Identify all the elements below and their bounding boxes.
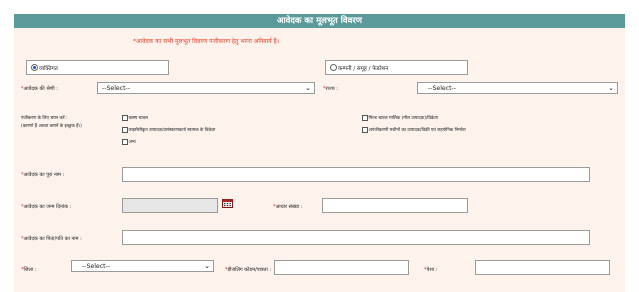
- pincode-input[interactable]: [274, 260, 409, 275]
- pincode-label: *डीजलिंग कोडम/पात्रता :: [225, 267, 272, 273]
- category-select[interactable]: --Select-- ⌄: [97, 82, 315, 94]
- company-radio-box[interactable]: कम्पनी / समूह / फेडरेशन: [325, 60, 468, 75]
- category-select-value: --Select--: [102, 84, 131, 92]
- checkbox[interactable]: [122, 115, 128, 121]
- aadhaar-input[interactable]: [322, 198, 468, 213]
- aadhaar-label: *आधार संख्या :: [273, 204, 303, 210]
- block-input[interactable]: [475, 260, 610, 275]
- full-name-label: *आवेदक का पूरा नाम :: [21, 172, 65, 178]
- individual-radio-label: व्यक्तिगत: [39, 65, 58, 72]
- checkbox[interactable]: [122, 127, 128, 133]
- dob-label: *आवेदक का जन्म दिनांक :: [21, 204, 72, 210]
- section-title: आवेदक का मूलभूत विवरण: [276, 16, 362, 26]
- district-label: *जिला :: [21, 267, 37, 273]
- registration-label: पंजीकरण के लिए चयन करें :: [21, 116, 68, 121]
- registration-option-5[interactable]: अन्य: [122, 139, 136, 145]
- registration-option-2[interactable]: मिल्ड चावल मालिक (मील उत्पादक)/विक्रेता: [362, 115, 438, 121]
- checkbox[interactable]: [362, 115, 368, 121]
- category-label: *आवेदक की श्रेणी :: [21, 86, 58, 92]
- state-label: *राज्य :: [323, 86, 338, 92]
- chevron-down-icon: ⌄: [305, 84, 311, 92]
- section-header: आवेदक का मूलभूत विवरण: [14, 14, 625, 28]
- district-select-value: --Select--: [82, 262, 111, 270]
- checkbox[interactable]: [362, 127, 368, 133]
- registration-option-1[interactable]: कास्य चावल: [122, 115, 148, 121]
- basic-details-form: [14, 14, 625, 292]
- state-select[interactable]: --Select-- ⌄: [417, 82, 618, 94]
- company-radio-label: कम्पनी / समूह / फेडरेशन: [338, 65, 389, 72]
- full-name-input[interactable]: [122, 167, 590, 182]
- dob-input[interactable]: [122, 198, 218, 213]
- chevron-down-icon: ⌄: [608, 84, 614, 92]
- state-select-value: --Select--: [428, 84, 457, 92]
- individual-radio[interactable]: [31, 64, 38, 71]
- father-name-input[interactable]: [122, 230, 590, 245]
- district-select[interactable]: --Select-- ⌄: [71, 260, 214, 272]
- calendar-icon[interactable]: [222, 198, 233, 208]
- father-name-label: *आवेदक का पिता/पति का नाम :: [21, 236, 82, 242]
- checkbox[interactable]: [122, 139, 128, 145]
- registration-option-3[interactable]: लाइसेंसीकृत उत्पादक/प्रसंस्करणकर्ता स्वा…: [122, 127, 215, 133]
- chevron-down-icon: ⌄: [204, 262, 210, 270]
- company-radio[interactable]: [330, 64, 337, 71]
- required-note: *आवेदक का सभी मूलभूत विवरण पंजीकरण हेतु …: [133, 38, 280, 45]
- block-label: *पेशा :: [424, 267, 438, 273]
- registration-option-4[interactable]: अपंजीकरणी मशीनों का उत्पादक/विक्री एवं स…: [362, 127, 466, 133]
- individual-radio-box[interactable]: व्यक्तिगत: [26, 60, 169, 75]
- registration-sublabel: (कारणों हैं अथवा करानें के इच्छुक हैं।): [21, 124, 82, 129]
